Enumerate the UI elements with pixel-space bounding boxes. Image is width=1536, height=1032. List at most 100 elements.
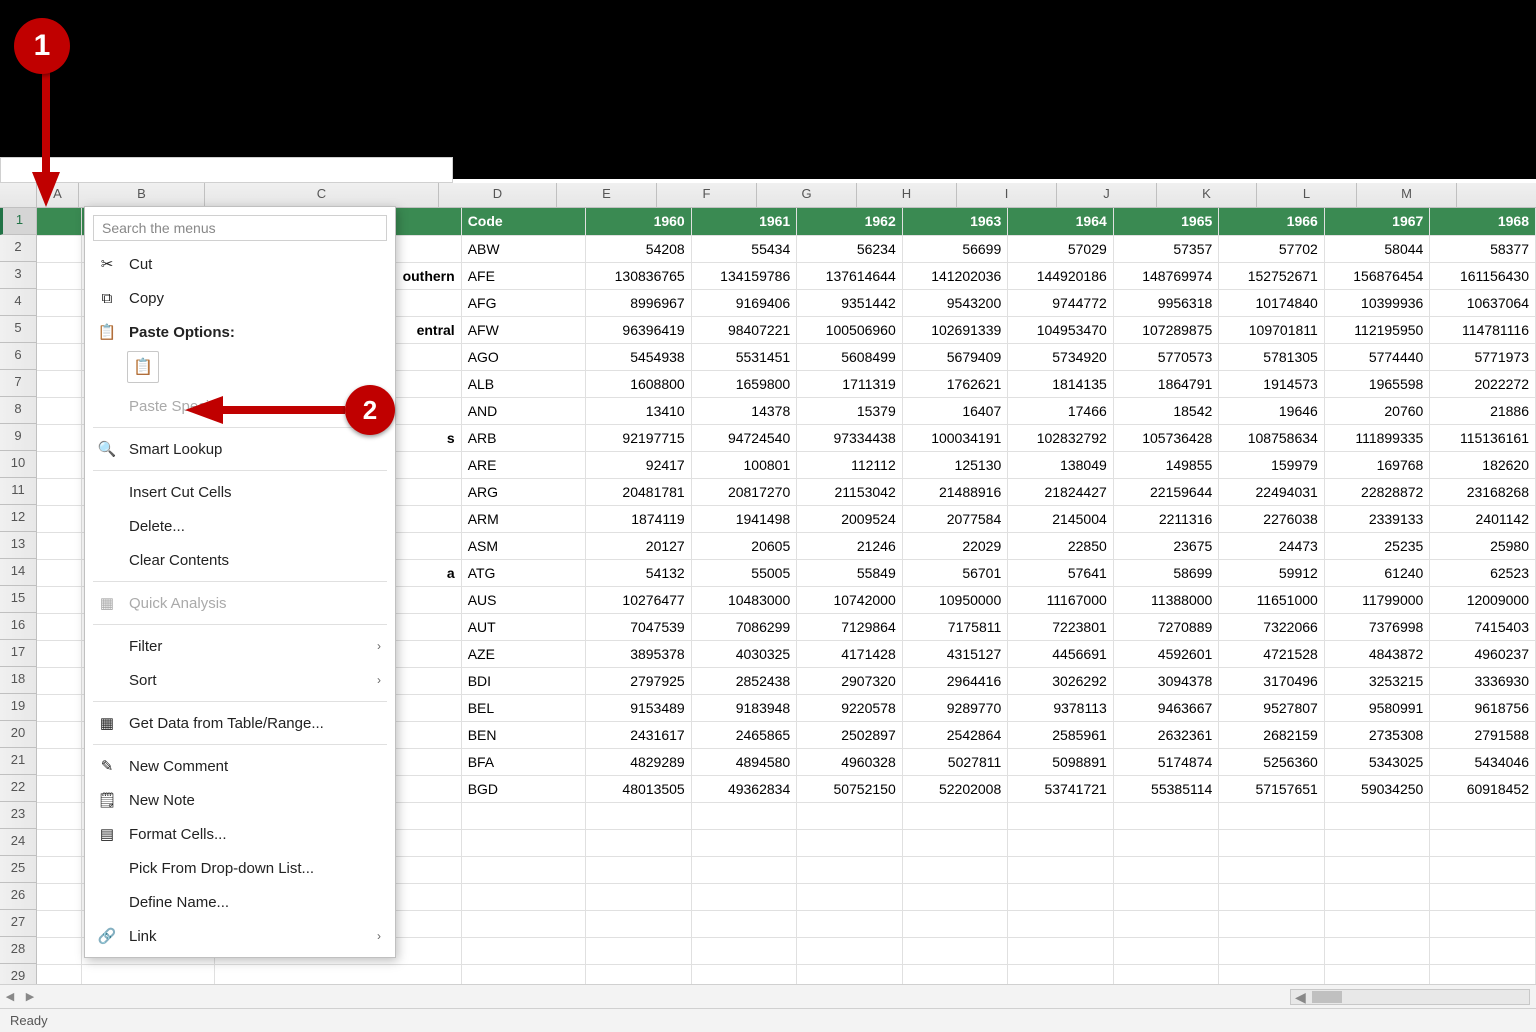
menu-clear-contents[interactable]: Clear Contents [85,543,395,577]
row-header[interactable]: 14 [0,559,36,586]
row-header[interactable]: 19 [0,694,36,721]
row-header[interactable]: 11 [0,478,36,505]
cell-value: 55434 [691,235,797,262]
cell-value: 59034250 [1324,775,1430,802]
cell-value: 2735308 [1324,721,1430,748]
context-menu-search[interactable]: Search the menus [93,215,387,241]
row-header[interactable]: 25 [0,856,36,883]
row-header[interactable]: 27 [0,910,36,937]
column-header-K[interactable]: K [1157,183,1257,207]
menu-sort[interactable]: Sort › [85,663,395,697]
row-header[interactable]: 2 [0,235,36,262]
cell-value: 25980 [1430,532,1536,559]
row-header[interactable]: 28 [0,937,36,964]
cell-value: 94724540 [691,424,797,451]
paste-button[interactable]: 📋 [127,351,159,383]
horizontal-scrollbar[interactable]: ◀ [1290,989,1530,1005]
cell-value: 102832792 [1008,424,1114,451]
cell-value: 24473 [1219,532,1325,559]
cell-value: 115136161 [1430,424,1536,451]
menu-new-note[interactable]: 🗒 New Note [85,783,395,817]
column-header-G[interactable]: G [757,183,857,207]
row-header[interactable]: 26 [0,883,36,910]
row-header[interactable]: 10 [0,451,36,478]
cell-value: 7086299 [691,613,797,640]
cell-value: 2145004 [1008,505,1114,532]
sheet-tab-scroll-area: ◀ ▶ ◀ [0,984,1536,1008]
column-header-H[interactable]: H [857,183,957,207]
column-header-J[interactable]: J [1057,183,1157,207]
row-header[interactable]: 13 [0,532,36,559]
cell-value: 57357 [1113,235,1219,262]
row-header[interactable]: 17 [0,640,36,667]
cell-value: 161156430 [1430,262,1536,289]
scrollbar-thumb[interactable] [1312,991,1342,1003]
sheet-nav-prev[interactable]: ◀ [0,990,20,1003]
cell-value: 96396419 [586,316,692,343]
context-menu: Search the menus ✂ Cut ⧉ Copy 📋 Paste Op… [84,206,396,958]
cell-value: 5608499 [797,343,903,370]
cell-value: 107289875 [1113,316,1219,343]
row-header[interactable]: 23 [0,802,36,829]
row-header[interactable]: 22 [0,775,36,802]
row-header[interactable]: 16 [0,613,36,640]
cell-value: 4721528 [1219,640,1325,667]
cell-value: 2009524 [797,505,903,532]
row-header[interactable]: 12 [0,505,36,532]
cell-value: 12009000 [1430,586,1536,613]
menu-delete[interactable]: Delete... [85,509,395,543]
menu-insert-cut-cells[interactable]: Insert Cut Cells [85,475,395,509]
row-header[interactable]: 8 [0,397,36,424]
cell-value: 56701 [902,559,1008,586]
menu-define-name[interactable]: Define Name... [85,885,395,919]
row-header[interactable]: 18 [0,667,36,694]
menu-pick-from-list[interactable]: Pick From Drop-down List... [85,851,395,885]
status-bar: Ready [0,1008,1536,1032]
cell-value: 5343025 [1324,748,1430,775]
row-header[interactable]: 3 [0,262,36,289]
row-header[interactable]: 5 [0,316,36,343]
cell-value: 148769974 [1113,262,1219,289]
row-header[interactable]: 24 [0,829,36,856]
column-header-B[interactable]: B [79,183,205,207]
menu-new-comment[interactable]: ✎ New Comment [85,749,395,783]
cell-value: 2632361 [1113,721,1219,748]
cell-value: 7175811 [902,613,1008,640]
row-header[interactable]: 6 [0,343,36,370]
menu-copy[interactable]: ⧉ Copy [85,281,395,315]
column-header-D[interactable]: D [439,183,557,207]
menu-filter[interactable]: Filter › [85,629,395,663]
header-code: Code [461,208,586,235]
column-header-C[interactable]: C [205,183,439,207]
menu-format-cells[interactable]: ▤ Format Cells... [85,817,395,851]
cell-code: AUT [461,613,586,640]
column-header-M[interactable]: M [1357,183,1457,207]
row-header[interactable]: 4 [0,289,36,316]
row-header[interactable]: 9 [0,424,36,451]
chevron-right-icon: › [377,639,381,653]
cell-value: 58044 [1324,235,1430,262]
cell-value: 92417 [586,451,692,478]
column-header-E[interactable]: E [557,183,657,207]
column-header-F[interactable]: F [657,183,757,207]
menu-smart-lookup[interactable]: 🔍 Smart Lookup [85,432,395,466]
column-header-I[interactable]: I [957,183,1057,207]
menu-get-data-table-range[interactable]: ▦ Get Data from Table/Range... [85,706,395,740]
row-header-1[interactable]: 1 [0,208,36,235]
cell-value: 22850 [1008,532,1114,559]
column-header-L[interactable]: L [1257,183,1357,207]
menu-quick-analysis: ▦ Quick Analysis [85,586,395,620]
sheet-nav-next[interactable]: ▶ [20,990,40,1003]
row-header[interactable]: 20 [0,721,36,748]
header-year: 1966 [1219,208,1325,235]
row-header[interactable]: 15 [0,586,36,613]
cell-value: 49362834 [691,775,797,802]
menu-cut[interactable]: ✂ Cut [85,247,395,281]
row-header[interactable]: 7 [0,370,36,397]
menu-link[interactable]: 🔗 Link › [85,919,395,953]
cell-code: AND [461,397,586,424]
row-header[interactable]: 21 [0,748,36,775]
row-number-gutter: 1 2 3 4 5 6 7 8 9 10 11 12 13 14 15 16 1… [0,208,37,984]
cell-value: 7047539 [586,613,692,640]
cell-value: 10399936 [1324,289,1430,316]
